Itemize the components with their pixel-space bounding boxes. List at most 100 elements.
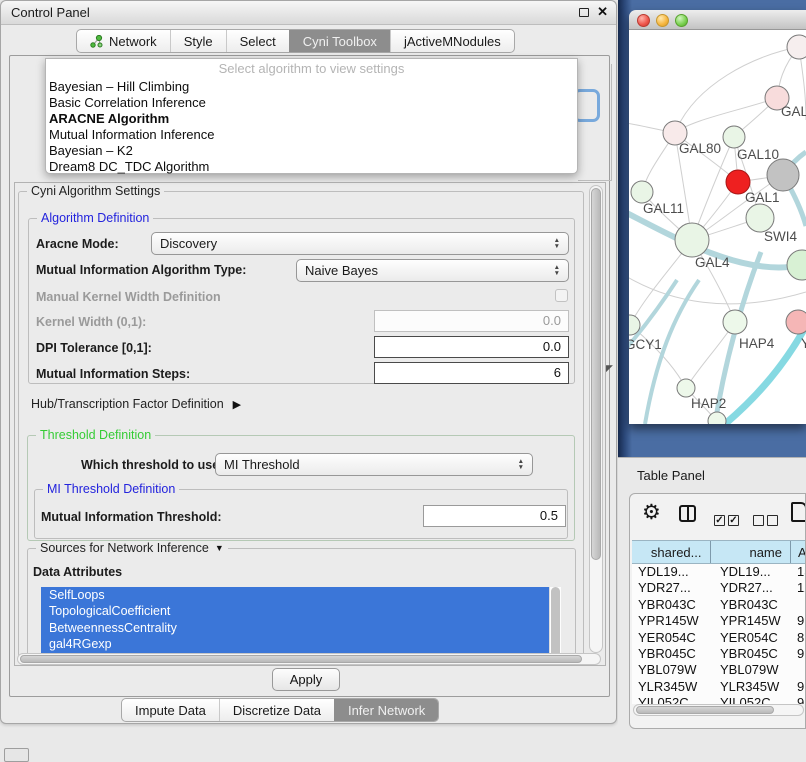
deselect-check-icon[interactable] [767,515,778,526]
scrollbar-thumb[interactable] [636,706,774,714]
minimized-panel-tab[interactable] [4,748,29,762]
table-row[interactable]: YER054CYER054C8. [632,630,806,646]
table-cell[interactable]: YBR045C [711,646,792,662]
table-cell[interactable]: 8. [792,630,806,646]
table-cell[interactable]: YDR27... [632,580,711,596]
table-cell[interactable]: 9. [792,646,806,662]
table-cell[interactable]: YBR045C [632,646,711,662]
select-all-check-icon[interactable]: ✓ [714,515,725,526]
network-node-gal4[interactable] [675,223,709,257]
table-cell[interactable]: 9 [792,695,806,704]
hub-factor-expander[interactable]: Hub/Transcription Factor Definition▶ [31,397,241,411]
table-row[interactable]: YLR345WYLR345W9. [632,679,806,695]
table-cell[interactable]: 9. [792,679,806,695]
data-attribute-item[interactable]: SelfLoops [41,587,549,603]
apply-button[interactable]: Apply [272,668,340,691]
table-cell[interactable]: YDL19... [711,564,792,580]
mi-algorithm-type-select[interactable]: Naive Bayes ▲▼ [296,259,569,282]
select-all-check-icon[interactable]: ✓ [728,515,739,526]
mi-threshold-field[interactable]: 0.5 [423,505,566,527]
table-body[interactable]: YDL19...YDL19...13YDR27...YDR27...12YBR0… [632,564,806,704]
algorithm-dropdown-item[interactable]: Bayesian – K2 [46,143,577,159]
float-panel-icon[interactable] [579,8,589,17]
network-node[interactable] [787,35,806,59]
kernel-width-field[interactable]: 0.0 [374,310,569,332]
table-row[interactable]: YBL079WYBL079W [632,662,806,678]
data-attributes-list[interactable]: SelfLoopsTopologicalCoefficientBetweenne… [41,587,549,657]
table-cell[interactable]: YPR145W [711,613,792,629]
table-cell[interactable]: 9. [792,613,806,629]
deselect-check-icon[interactable] [753,515,764,526]
column-header-partial[interactable]: A [791,541,806,563]
table-cell[interactable]: 13 [792,564,806,580]
table-cell[interactable]: YLR345W [632,679,711,695]
table-row[interactable]: YIL052CYIL052C9 [632,695,806,704]
manual-kernel-checkbox[interactable] [555,289,568,302]
settings-vertical-scrollbar[interactable] [589,185,603,653]
table-cell[interactable]: YBL079W [711,662,792,678]
table-cell[interactable]: 12 [792,580,806,596]
table-cell[interactable] [792,662,806,678]
new-table-icon[interactable] [791,502,806,522]
network-node-hap2[interactable] [677,379,695,397]
scrollbar-thumb[interactable] [591,188,601,560]
column-layout-icon[interactable] [679,505,696,522]
tab-discretize-data[interactable]: Discretize Data [219,699,334,721]
algorithm-dropdown-item[interactable]: Mutual Information Inference [46,127,577,143]
network-node-gal10[interactable] [723,126,745,148]
algorithm-dropdown-item[interactable]: Basic Correlation Inference [46,95,577,111]
table-horizontal-scrollbar[interactable] [633,704,804,716]
aracne-mode-select[interactable]: Discovery ▲▼ [151,232,569,255]
control-panel-titlebar[interactable]: Control Panel ✕ [1,1,616,25]
tab-style[interactable]: Style [170,30,226,52]
table-row[interactable]: YBR043CYBR043C [632,597,806,613]
table-cell[interactable] [792,597,806,613]
network-node[interactable] [767,159,799,191]
table-cell[interactable]: YDL19... [632,564,711,580]
data-attribute-item[interactable]: BetweennessCentrality [41,620,549,636]
algorithm-dropdown-item[interactable]: ARACNE Algorithm [46,111,577,127]
scrollbar-thumb[interactable] [20,655,582,663]
column-header-shared-name[interactable]: shared... [632,541,711,563]
mi-steps-field[interactable]: 6 [374,362,569,384]
table-cell[interactable]: YER054C [711,630,792,646]
network-node-y[interactable] [786,310,806,334]
table-settings-gear-icon[interactable]: ⚙ [642,500,661,525]
table-cell[interactable]: YDR27... [711,580,792,596]
table-cell[interactable]: YBR043C [711,597,792,613]
network-node-swi4[interactable] [746,204,774,232]
tab-infer-network[interactable]: Infer Network [334,699,438,721]
zoom-window-icon[interactable] [675,14,688,27]
algorithm-dropdown-item[interactable]: Dream8 DC_TDC Algorithm [46,159,577,175]
network-canvas[interactable]: GALGAL80GAL10GAL1SWI4GAL11GAL4GCY1HAP4YH… [629,30,806,424]
table-row[interactable]: YDL19...YDL19...13 [632,564,806,580]
close-window-icon[interactable] [637,14,650,27]
network-node[interactable] [787,250,806,280]
sources-title[interactable]: Sources for Network Inference▼ [36,541,228,555]
close-panel-icon[interactable]: ✕ [597,4,608,20]
table-row[interactable]: YPR145WYPR145W9. [632,613,806,629]
tab-select[interactable]: Select [226,30,289,52]
data-attribute-item[interactable]: gal4RGexp [41,636,549,652]
table-cell[interactable]: YIL052C [632,695,711,704]
network-window-titlebar[interactable] [629,10,806,30]
table-cell[interactable]: YER054C [632,630,711,646]
tab-cyni-toolbox[interactable]: Cyni Toolbox [289,30,390,52]
algorithm-dropdown-item[interactable]: Bayesian – Hill Climbing [46,79,577,95]
table-row[interactable]: YBR045CYBR045C9. [632,646,806,662]
network-node-gal11[interactable] [631,181,653,203]
table-row[interactable]: YDR27...YDR27...12 [632,580,806,596]
table-cell[interactable]: YIL052C [711,695,792,704]
minimize-window-icon[interactable] [656,14,669,27]
attributes-list-scrollbar[interactable] [549,587,561,657]
column-header-name[interactable]: name [711,541,792,563]
network-node-hap4[interactable] [723,310,747,334]
dpi-tolerance-field[interactable]: 0.0 [374,336,569,358]
data-attribute-item[interactable]: TopologicalCoefficient [41,603,549,619]
tab-jactivemnodules[interactable]: jActiveMNodules [390,30,514,52]
table-cell[interactable]: YLR345W [711,679,792,695]
settings-horizontal-scrollbar[interactable] [17,653,601,665]
tab-network[interactable]: Network [77,30,170,52]
table-cell[interactable]: YBR043C [632,597,711,613]
table-cell[interactable]: YBL079W [632,662,711,678]
